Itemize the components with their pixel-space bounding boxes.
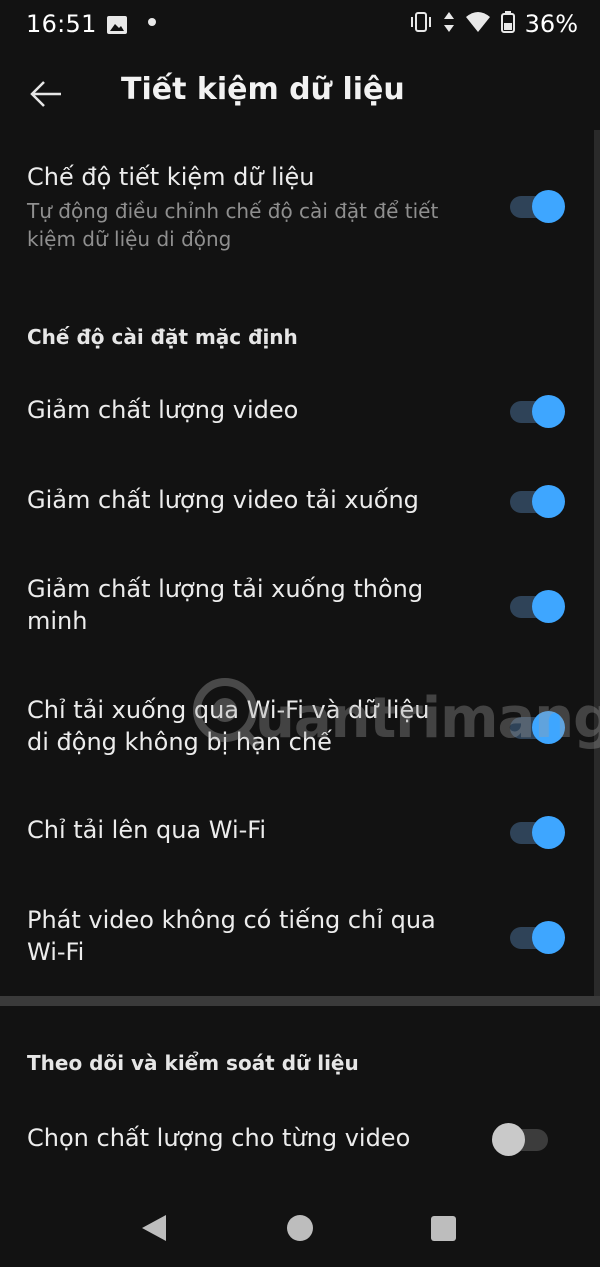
data-saver-mode-subtitle: Tự động điều chỉnh chế độ cài đặt để tiế…	[27, 199, 439, 251]
setting-row-upload-wifi-only[interactable]: Chỉ tải lên qua Wi-Fi	[0, 800, 600, 860]
app-bar: Tiết kiệm dữ liệu	[0, 52, 600, 132]
nav-home-circle-icon[interactable]	[287, 1215, 313, 1241]
section-divider	[0, 996, 600, 1006]
svg-text:4: 4	[482, 24, 488, 33]
status-time: 16:51	[26, 10, 97, 38]
reduce-video-quality-toggle[interactable]	[506, 390, 566, 430]
smart-download-quality-toggle[interactable]	[506, 585, 566, 625]
setting-row-muted-video-wifi-only[interactable]: Phát video không có tiếng chỉ qua Wi-Fi	[0, 898, 600, 978]
setting-label: Chọn chất lượng cho từng video	[27, 1124, 411, 1152]
system-nav-bar	[0, 1190, 600, 1267]
dot-icon	[148, 18, 156, 26]
page-title: Tiết kiệm dữ liệu	[121, 72, 405, 107]
watermark-bulb-icon	[193, 678, 261, 749]
setting-label: Giảm chất lượng video	[27, 396, 299, 424]
nav-back-triangle-icon[interactable]	[140, 1214, 168, 1246]
setting-label: Chỉ tải lên qua Wi-Fi	[27, 816, 266, 844]
data-saver-mode-title: Chế độ tiết kiệm dữ liệu	[27, 163, 315, 191]
setting-label: Giảm chất lượng tải xuống thông minh	[27, 575, 424, 635]
status-icons: 4 36%	[409, 10, 578, 38]
arrow-left-icon	[30, 81, 61, 107]
setting-label: Phát video không có tiếng chỉ qua Wi-Fi	[27, 906, 436, 966]
data-saver-mode-toggle[interactable]	[506, 185, 566, 225]
battery-percent: 36%	[524, 10, 578, 38]
battery-icon	[500, 11, 515, 37]
back-button[interactable]	[22, 70, 70, 118]
nav-recent-square-icon[interactable]	[431, 1216, 456, 1241]
setting-row-reduce-download-quality[interactable]: Giảm chất lượng video tải xuống	[0, 470, 600, 530]
setting-row-smart-download-quality[interactable]: Giảm chất lượng tải xuống thông minh	[0, 565, 600, 645]
wifi-icon: 4	[465, 11, 491, 37]
choose-quality-per-video-toggle[interactable]	[492, 1118, 552, 1158]
setting-label: Giảm chất lượng video tải xuống	[27, 486, 419, 514]
section-header-default: Chế độ cài đặt mặc định	[27, 325, 298, 349]
reduce-download-quality-toggle[interactable]	[506, 480, 566, 520]
data-arrows-icon	[443, 11, 455, 37]
setting-row-reduce-video-quality[interactable]: Giảm chất lượng video	[0, 380, 600, 440]
upload-wifi-only-toggle[interactable]	[506, 811, 566, 851]
section-header-monitor: Theo dõi và kiểm soát dữ liệu	[27, 1051, 359, 1075]
status-bar: 16:51 4 36%	[0, 0, 600, 52]
watermark-logo: uantrimang	[185, 670, 600, 760]
muted-video-wifi-only-toggle[interactable]	[506, 916, 566, 956]
gallery-icon	[106, 15, 128, 39]
watermark-text: uantrimang	[255, 686, 600, 751]
setting-row-choose-quality-per-video[interactable]: Chọn chất lượng cho từng video	[0, 1108, 600, 1168]
data-saver-mode-row[interactable]: Chế độ tiết kiệm dữ liệu Tự động điều ch…	[0, 150, 600, 270]
vibrate-icon	[409, 11, 433, 37]
